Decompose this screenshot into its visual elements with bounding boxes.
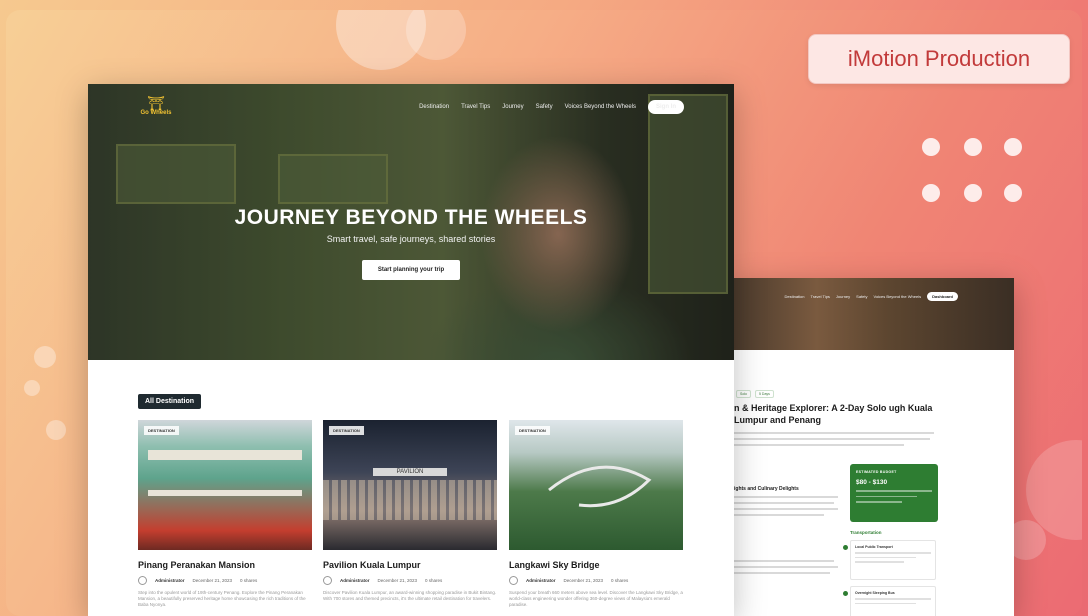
share-count: 0 shares bbox=[611, 578, 629, 583]
card-author: Administrator bbox=[340, 578, 370, 583]
text-line bbox=[734, 432, 934, 434]
transport-title: Overnight Sleeping Bus bbox=[855, 591, 895, 595]
nav-safety[interactable]: Safety bbox=[536, 104, 553, 110]
text-line bbox=[734, 514, 824, 516]
production-badge: iMotion Production bbox=[808, 34, 1070, 84]
decor-dot bbox=[964, 184, 982, 202]
avatar-icon bbox=[138, 576, 147, 585]
bus-icon bbox=[843, 591, 848, 596]
nav-item[interactable]: Journey bbox=[836, 294, 850, 299]
text-line bbox=[734, 508, 838, 510]
site-logo[interactable]: ⛩ Go Wheels bbox=[136, 96, 176, 126]
card-description: Discover Pavilion Kuala Lumpur, an award… bbox=[323, 590, 497, 601]
nav-journey[interactable]: Journey bbox=[502, 104, 523, 110]
trip-title: n & Heritage Explorer: A 2-Day Solo ugh … bbox=[734, 403, 933, 425]
card-category: DESTINATION bbox=[144, 426, 179, 435]
nav-item[interactable]: Safety bbox=[856, 294, 867, 299]
decor-dot bbox=[922, 184, 940, 202]
nav-item[interactable]: Travel Tips bbox=[811, 294, 830, 299]
budget-card: ESTIMATED BUDGET $80 - $130 bbox=[850, 464, 938, 522]
dashboard-button[interactable]: Dashboard bbox=[927, 292, 958, 301]
section-heading: ights and Culinary Delights bbox=[734, 486, 799, 492]
card-description: Step into the opulent world of 19th-cent… bbox=[138, 590, 306, 607]
text-line bbox=[734, 444, 904, 446]
card-category: DESTINATION bbox=[329, 426, 364, 435]
card-description: Suspend your breath 660 meters above sea… bbox=[509, 590, 683, 607]
nav-item[interactable]: Voices Beyond the Wheels bbox=[874, 294, 922, 299]
text-line bbox=[734, 560, 834, 562]
destination-image[interactable]: PAVILION DESTINATION bbox=[323, 420, 497, 550]
text-line bbox=[734, 572, 830, 574]
tag-pill: 5 Days bbox=[755, 390, 774, 398]
nav-item[interactable]: Destination bbox=[784, 294, 804, 299]
secondary-page-preview: Destination Travel Tips Journey Safety V… bbox=[732, 278, 1014, 616]
decor-dot bbox=[922, 138, 940, 156]
card-date: December 21, 2023 bbox=[192, 578, 233, 583]
transport-item: Local Public Transport bbox=[843, 540, 936, 580]
destination-image[interactable]: DESTINATION bbox=[138, 420, 312, 550]
card-author: Administrator bbox=[155, 578, 185, 583]
nav-travel-tips[interactable]: Travel Tips bbox=[461, 104, 490, 110]
nav-destination[interactable]: Destination bbox=[419, 104, 449, 110]
card-meta: Administrator December 21, 2023 0 shares bbox=[509, 576, 683, 585]
start-planning-button[interactable]: Start planning your trip bbox=[362, 260, 460, 280]
destination-image[interactable]: DESTINATION bbox=[509, 420, 683, 550]
sign-in-button[interactable]: Sign In bbox=[648, 100, 684, 114]
decor-bubble bbox=[24, 380, 40, 396]
main-page-preview: ⛩ Go Wheels Destination Travel Tips Jour… bbox=[88, 84, 734, 616]
avatar-icon bbox=[509, 576, 518, 585]
logo-text: Go Wheels bbox=[140, 110, 172, 116]
card-author: Administrator bbox=[526, 578, 556, 583]
text-line bbox=[734, 438, 930, 440]
decor-bubble bbox=[34, 346, 56, 368]
hero-subtitle: Smart travel, safe journeys, shared stor… bbox=[326, 234, 496, 244]
main-nav: Destination Travel Tips Journey Safety V… bbox=[419, 100, 684, 114]
transport-title: Local Public Transport bbox=[855, 545, 893, 549]
decor-bubble bbox=[46, 420, 66, 440]
card-meta: Administrator December 21, 2023 0 shares bbox=[323, 576, 497, 585]
text-line bbox=[734, 502, 834, 504]
transport-item: Overnight Sleeping Bus bbox=[843, 586, 936, 616]
nav-voices[interactable]: Voices Beyond the Wheels bbox=[565, 104, 636, 110]
budget-value: $80 - $130 bbox=[856, 479, 888, 486]
destination-card[interactable]: DESTINATION Langkawi Sky Bridge Administ… bbox=[509, 420, 683, 608]
avatar-icon bbox=[323, 576, 332, 585]
destination-card[interactable]: PAVILION DESTINATION Pavilion Kuala Lump… bbox=[323, 420, 497, 602]
secondary-hero: Destination Travel Tips Journey Safety V… bbox=[732, 278, 1014, 350]
sky-bridge-illustration bbox=[548, 465, 652, 508]
hero-banner: ⛩ Go Wheels Destination Travel Tips Jour… bbox=[88, 84, 734, 360]
section-tag[interactable]: All Destination bbox=[138, 394, 202, 409]
decor-dot bbox=[964, 138, 982, 156]
card-meta: Administrator December 21, 2023 0 shares bbox=[138, 576, 312, 585]
card-date: December 21, 2023 bbox=[563, 578, 604, 583]
decor-dot bbox=[1004, 138, 1022, 156]
destination-card[interactable]: DESTINATION Pinang Peranakan Mansion Adm… bbox=[138, 420, 312, 608]
card-category: DESTINATION bbox=[515, 426, 550, 435]
share-count: 0 shares bbox=[425, 578, 443, 583]
secondary-nav: Destination Travel Tips Journey Safety V… bbox=[784, 292, 958, 301]
card-title[interactable]: Langkawi Sky Bridge bbox=[509, 560, 683, 570]
card-date: December 21, 2023 bbox=[377, 578, 418, 583]
budget-label: ESTIMATED BUDGET bbox=[856, 470, 897, 474]
hero-title: JOURNEY BEYOND THE WHEELS bbox=[234, 206, 588, 229]
text-line bbox=[734, 566, 838, 568]
tag-pill: Solo bbox=[736, 390, 752, 398]
transport-heading: Transportation bbox=[850, 530, 882, 535]
decor-dot bbox=[1004, 184, 1022, 202]
logo-icon: ⛩ bbox=[147, 95, 165, 111]
trip-tags: Solo 5 Days bbox=[736, 390, 774, 398]
share-count: 0 shares bbox=[240, 578, 258, 583]
bus-icon bbox=[843, 545, 848, 550]
card-title[interactable]: Pinang Peranakan Mansion bbox=[138, 560, 312, 570]
card-title[interactable]: Pavilion Kuala Lumpur bbox=[323, 560, 497, 570]
text-line bbox=[734, 496, 838, 498]
